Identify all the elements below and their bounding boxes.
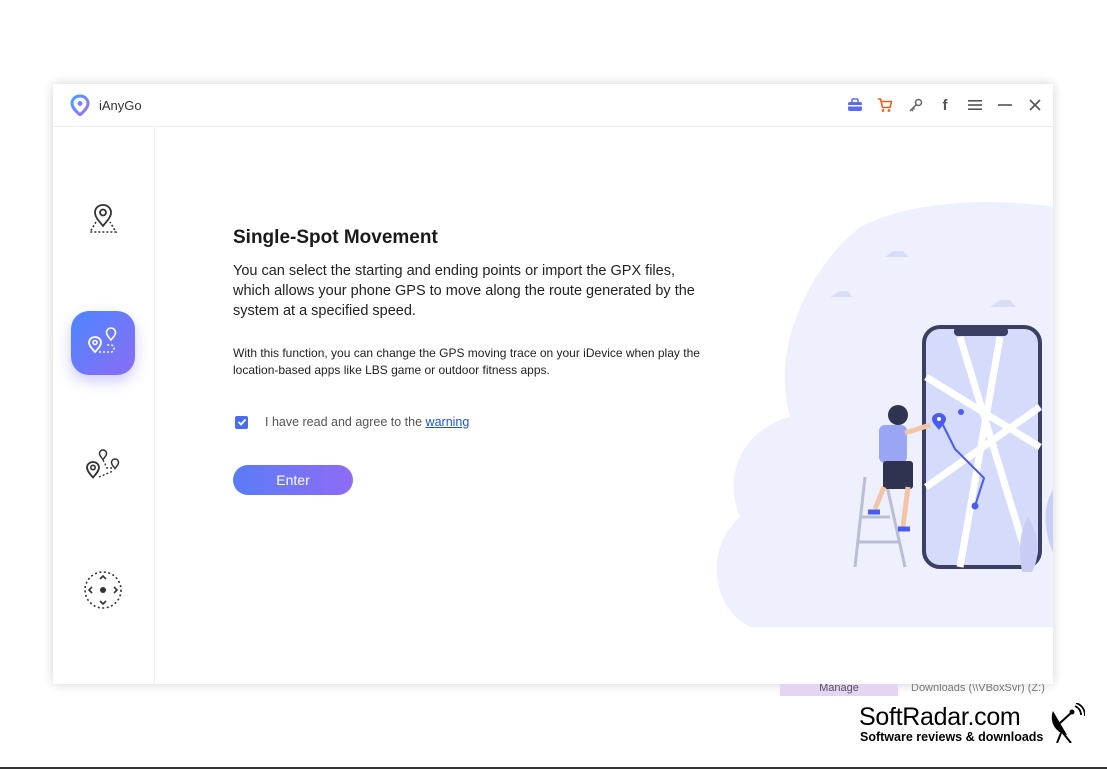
facebook-button[interactable]: f (936, 96, 954, 114)
menu-button[interactable] (966, 96, 984, 114)
toolbox-button[interactable] (846, 96, 864, 114)
cart-icon (878, 98, 893, 112)
watermark: SoftRadar.com Software reviews & downloa… (857, 703, 1097, 748)
app-title: iAnyGo (99, 98, 142, 113)
toolbox-icon (848, 98, 862, 111)
location-pin-icon (88, 204, 118, 233)
close-icon (1029, 99, 1041, 111)
single-route-icon (88, 327, 117, 354)
watermark-title: SoftRadar.com (859, 703, 1021, 731)
app-window: iAnyGo f Single-Spot Movement You can se… (53, 84, 1053, 684)
menu-icon (968, 100, 982, 110)
satellite-dish-icon (1051, 703, 1085, 743)
downloads-path: Downloads (\\VBoxSvr) (Z:) (911, 684, 1045, 694)
checkmark-icon (237, 418, 246, 426)
warning-link[interactable]: warning (426, 415, 470, 429)
facebook-icon: f (942, 96, 948, 114)
watermark-subtitle: Software reviews & downloads (860, 730, 1044, 744)
main-content: Single-Spot Movement You can select the … (155, 127, 1053, 684)
sidebar-item-multi-spot-movement[interactable] (71, 435, 135, 499)
feature-note: With this function, you can change the G… (233, 346, 700, 377)
sidebar-item-change-location[interactable] (71, 188, 135, 252)
title-bar: iAnyGo f (53, 84, 1053, 127)
app-logo-icon (70, 94, 90, 116)
agreement-row: I have read and agree to the warning (235, 415, 469, 429)
joystick-icon (84, 571, 122, 609)
feature-description: You can select the starting and ending p… (233, 263, 695, 319)
register-key-button[interactable] (906, 96, 924, 114)
agree-text: I have read and agree to the (265, 415, 423, 429)
page-title: Single-Spot Movement (233, 227, 438, 248)
phone-map-illustration (716, 202, 1053, 627)
manage-tab: Manage (780, 684, 898, 696)
close-button[interactable] (1026, 96, 1044, 114)
agree-label: I have read and agree to the warning (265, 415, 469, 429)
key-icon (908, 98, 922, 112)
minimize-button[interactable] (996, 96, 1014, 114)
cart-button[interactable] (876, 96, 894, 114)
background-window-strip: Manage Downloads (\\VBoxSvr) (Z:) (548, 684, 1058, 696)
multi-route-icon (86, 449, 120, 479)
agree-checkbox[interactable] (235, 415, 248, 429)
enter-button[interactable]: Enter (233, 465, 353, 495)
sidebar-item-joystick-movement[interactable] (71, 558, 135, 622)
sidebar (53, 127, 155, 684)
minimize-icon (998, 104, 1012, 106)
sidebar-item-single-spot-movement[interactable] (71, 311, 135, 375)
